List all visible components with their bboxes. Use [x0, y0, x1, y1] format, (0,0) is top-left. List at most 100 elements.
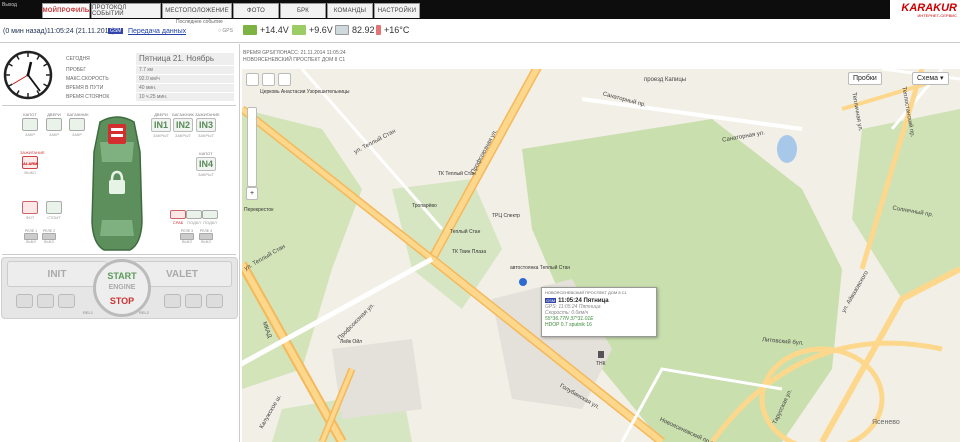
input-in1[interactable]: ДВЕРИ IN1 ЗАКРЫТ	[150, 112, 172, 138]
temperature: +16°C	[376, 25, 409, 35]
temperature-value: +16°C	[384, 25, 410, 35]
map-label: автостоянка Теплый Стан	[510, 265, 571, 271]
heater-icon[interactable]	[164, 294, 181, 308]
info-row-today: СЕГОДНЯ Пятница 21. Ноябрь	[66, 52, 234, 65]
map-label: Перекресток	[244, 207, 274, 213]
info-label: СЕГОДНЯ	[66, 55, 90, 62]
relay-switch	[24, 233, 38, 240]
thermometer-icon	[376, 25, 381, 35]
clock-icon	[3, 50, 53, 100]
traffic-button[interactable]: Пробки	[848, 72, 882, 85]
horn-icon[interactable]	[58, 294, 75, 308]
hand-tool-icon[interactable]	[246, 73, 259, 86]
map-label: ТНК	[596, 361, 606, 367]
relay-state: ВЫКЛ	[44, 240, 54, 244]
info-label: ВРЕМЯ В ПУТИ	[66, 84, 104, 91]
input-value: IN1	[151, 118, 171, 132]
trunk-open-icon[interactable]	[206, 294, 223, 308]
tab-location[interactable]: местоположение	[162, 3, 232, 18]
current-address: НОВОЯСЕНЕВСКИЙ ПРОСПЕКТ ДОМ 8 С1	[243, 57, 346, 63]
tab-settings[interactable]: настройки	[374, 3, 420, 18]
sensor-state: ФОТ	[25, 215, 35, 220]
tab-commands[interactable]: команды	[327, 3, 373, 18]
divider	[2, 254, 236, 255]
relay-3[interactable]: РЕЛЕ 3 ВЫКЛ	[179, 229, 195, 244]
map-type-select[interactable]: Схема ▾	[912, 72, 949, 85]
map-label: проезд Капицы	[644, 77, 687, 83]
sensor-doors[interactable]: ДВЕРИ ЗАКР	[44, 112, 64, 137]
last-event-label: Последнее событие	[176, 19, 223, 25]
info-row-max-speed: МАКС.СКОРОСТЬ 92.0 км/ч	[66, 74, 234, 83]
tab-profile[interactable]: мойпрофиль	[42, 3, 90, 18]
relay-switch	[180, 233, 194, 240]
info-row-mileage: ПРОБЕГ 7.7 км	[66, 65, 234, 74]
camera-icon	[22, 201, 38, 214]
gps-label: GPS	[222, 28, 233, 34]
map-label: ТК Теплый Стан	[438, 171, 476, 177]
data-transfer-link[interactable]: Передача данных	[128, 28, 186, 35]
map-label: ТК Твин Плаза	[452, 249, 487, 255]
backup-battery-icon	[292, 25, 306, 35]
rel1-label: REL1	[83, 310, 94, 315]
info-row-parking-time: ВРЕМЯ СТОЯНОК 10 ч.25 мин.	[66, 92, 234, 101]
info-value: 40 мин.	[136, 83, 234, 92]
sensor-state: СТОИТ	[47, 215, 61, 220]
divider	[2, 105, 236, 106]
sensor-photo[interactable]: ФОТ	[20, 200, 40, 220]
input-label: ДВЕРИ	[154, 112, 168, 117]
input-in2[interactable]: БАГАЖНИК IN2 ЗАКРЫТ	[172, 112, 194, 138]
map-label: Церковь Анастасии Узорешительницы	[260, 89, 350, 95]
relay-2[interactable]: РЕЛЕ 2 ВЫКЛ	[41, 229, 57, 244]
map-label: Ясенево	[872, 419, 900, 426]
battery-icon	[243, 25, 257, 35]
logo-subtitle: ИНТЕРНЕТ-СЕРВИС	[917, 13, 957, 18]
gsm-badge: GSM	[108, 28, 124, 34]
map-canvas	[242, 69, 960, 442]
input-in4[interactable]: КАПОТ IN4 ЗАКРЫТ	[195, 151, 217, 177]
info-value: 7.7 км	[136, 65, 234, 74]
sensor-label: ДВЕРИ	[47, 112, 61, 117]
traffic-label: Пробки	[853, 75, 877, 82]
sensor-trunk[interactable]: БАГАЖНИК ЗАКР	[67, 112, 89, 137]
map-view[interactable]: + Пробки Схема ▾ Церковь Анастасии Узоре…	[242, 69, 960, 442]
map-header: ВРЕМЯ GPS/ГЛОНАСС: 21.11.2014 11:05:24 Н…	[243, 50, 346, 64]
relay-1[interactable]: РЕЛЕ 1 ВЫКЛ	[23, 229, 39, 244]
voltage2-value: +9.6V	[309, 25, 333, 35]
engine-start-stop-button[interactable]: START ENGINE STOP	[93, 259, 151, 317]
relay-switch	[199, 233, 213, 240]
parked-car-icon	[46, 201, 62, 214]
zoom-slider[interactable]	[247, 107, 257, 187]
info-row-drive-time: ВРЕМЯ В ПУТИ 40 мин.	[66, 83, 234, 92]
relay-4[interactable]: РЕЛЕ 4 ВЫКЛ	[198, 229, 214, 244]
rel2-label: REL2	[139, 310, 150, 315]
tab-event-log[interactable]: протокол событий	[91, 3, 161, 18]
unlock-icon[interactable]	[37, 294, 54, 308]
popup-gsm-badge: GSM	[545, 298, 557, 303]
car-top-view-icon	[91, 116, 143, 251]
sensor-connect-2[interactable]: ПОДКЛ	[200, 209, 220, 225]
tab-brk[interactable]: брк	[280, 3, 326, 18]
ruler-icon[interactable]	[278, 73, 291, 86]
input-value: IN3	[196, 118, 216, 132]
input-label: БАГАЖНИК	[172, 112, 194, 117]
input-in3[interactable]: ЗАЖИГАНИЕ IN3 ЗАКРЫТ	[195, 112, 220, 138]
init-button[interactable]: INIT	[7, 261, 107, 287]
zoom-in-button[interactable]: +	[246, 187, 258, 200]
sensor-hood[interactable]: КАПОТ ЗАКР	[20, 112, 40, 137]
zoom-area-icon[interactable]	[262, 73, 275, 86]
tab-photo[interactable]: фото	[233, 3, 279, 18]
lights-icon[interactable]	[185, 294, 202, 308]
connect-icon	[202, 210, 218, 219]
exit-link[interactable]: Выход	[2, 2, 17, 8]
relay-label: РЕЛЕ 4	[199, 229, 213, 233]
sensor-state: ЗАКР	[71, 132, 83, 137]
sensor-label: БАГАЖНИК	[67, 112, 89, 117]
battery-voltage: +14.4V	[243, 25, 289, 35]
sensor-parked[interactable]: СТОИТ	[44, 200, 64, 220]
alarm-icon: ALARM	[22, 156, 38, 169]
sensor-alarm[interactable]: ЗАЖИГАНИЕ ALARM ВЫКЛ	[20, 150, 45, 175]
doors-icon	[46, 118, 62, 131]
input-state: ЗАКРЫТ	[197, 172, 215, 177]
lock-icon[interactable]	[16, 294, 33, 308]
input-value: IN2	[173, 118, 193, 132]
